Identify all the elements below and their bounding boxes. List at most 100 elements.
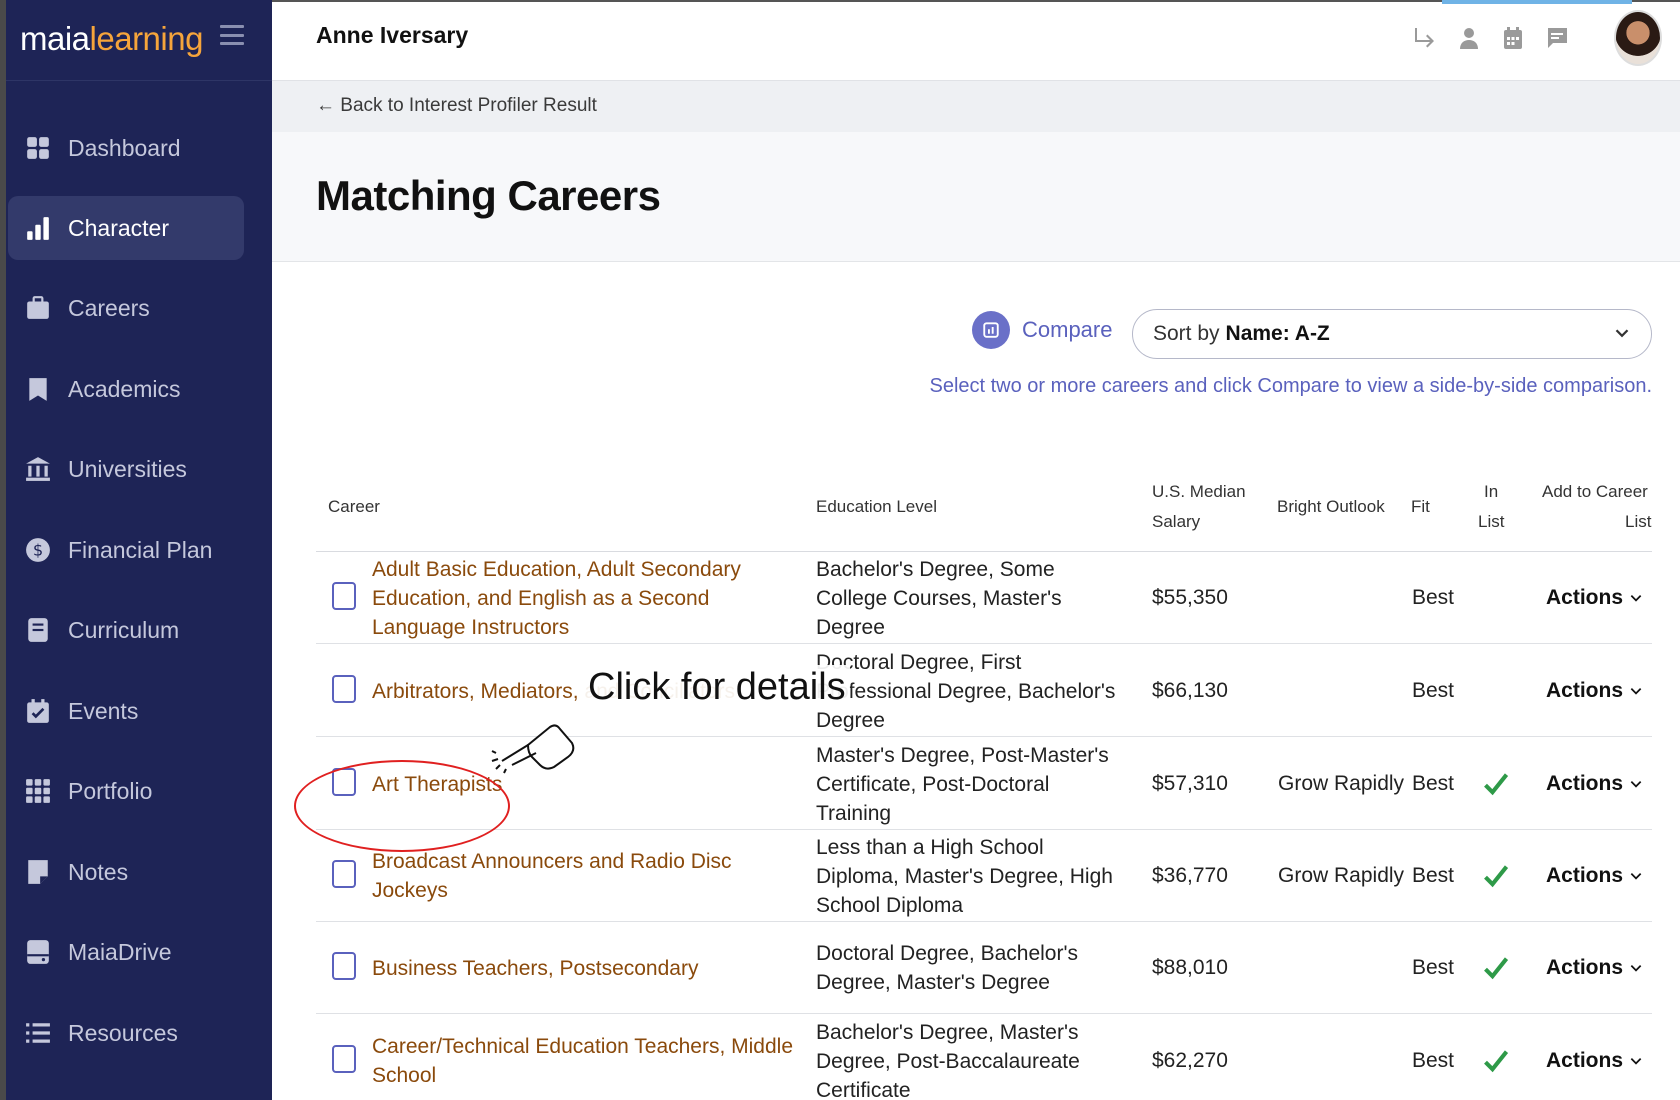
education-level: Doctoral Degree, First Professional Degr…	[816, 650, 1116, 732]
avatar[interactable]	[1614, 10, 1662, 66]
hamburger-menu-icon[interactable]	[220, 22, 244, 48]
table-row: Business Teachers, Postsecondary Doctora…	[316, 922, 1652, 1014]
header-career: Career	[328, 497, 380, 516]
chevron-down-icon	[1630, 965, 1642, 972]
actions-dropdown[interactable]: Actions	[1546, 552, 1643, 644]
sidebar-item-label: Financial Plan	[68, 536, 213, 563]
sidebar-item-label: Events	[68, 697, 139, 724]
education-level: Bachelor's Degree, Some College Courses,…	[816, 557, 1062, 639]
sidebar: maia learning Dashboard Character Careers…	[0, 0, 272, 1100]
app-logo[interactable]: maia learning	[20, 14, 203, 64]
grid-icon	[8, 778, 68, 804]
sidebar-item-character[interactable]: Character	[8, 196, 244, 260]
back-link[interactable]: ← Back to Interest Profiler Result	[316, 95, 597, 117]
actions-label: Actions	[1546, 864, 1624, 887]
sidebar-item-label: Character	[68, 214, 169, 241]
university-icon	[8, 456, 68, 482]
logo-text-learning: learning	[89, 20, 204, 57]
row-checkbox[interactable]	[332, 582, 356, 610]
sidebar-item-label: Careers	[68, 294, 150, 321]
header-education: Education Level	[816, 497, 937, 516]
list-icon	[8, 1020, 68, 1046]
top-accent-bar	[1442, 0, 1632, 4]
median-salary: $57,310	[1152, 772, 1228, 795]
in-list-check-icon	[1476, 738, 1516, 830]
sidebar-item-universities[interactable]: Universities	[8, 437, 244, 501]
bright-outlook: Grow Rapidly	[1278, 864, 1405, 887]
sidebar-item-academics[interactable]: Academics	[8, 357, 244, 421]
actions-label: Actions	[1546, 1049, 1624, 1072]
row-checkbox[interactable]	[332, 860, 356, 888]
redirect-icon[interactable]	[1412, 24, 1438, 52]
message-icon[interactable]	[1544, 24, 1570, 52]
actions-label: Actions	[1546, 679, 1624, 702]
actions-dropdown[interactable]: Actions	[1546, 922, 1643, 1014]
in-list-check-icon	[1476, 922, 1516, 1014]
sidebar-item-dashboard[interactable]: Dashboard	[8, 116, 244, 180]
book-icon	[8, 617, 68, 643]
in-list-check-icon	[1476, 830, 1516, 922]
actions-dropdown[interactable]: Actions	[1546, 645, 1643, 737]
calendar-check-icon	[8, 698, 68, 724]
page-header: Matching Careers	[272, 132, 1680, 262]
sidebar-item-careers[interactable]: Careers	[8, 276, 244, 340]
sidebar-item-curriculum[interactable]: Curriculum	[8, 598, 244, 662]
sidebar-item-maiadrive[interactable]: MaiaDrive	[8, 920, 244, 984]
sort-dropdown[interactable]: Sort by Name: A-Z	[1132, 309, 1652, 359]
tutorial-callout: Click for details	[584, 665, 850, 709]
actions-label: Actions	[1546, 772, 1624, 795]
median-salary: $66,130	[1152, 679, 1228, 702]
sidebar-item-resources[interactable]: Resources	[8, 1001, 244, 1065]
sidebar-item-label: Curriculum	[68, 616, 180, 643]
highlight-ellipse	[294, 760, 510, 852]
bright-outlook: Grow Rapidly	[1278, 772, 1405, 795]
fit-value: Best	[1412, 864, 1455, 887]
sidebar-item-label: Academics	[68, 375, 181, 402]
calendar-icon[interactable]	[1500, 24, 1526, 52]
fit-value: Best	[1412, 956, 1455, 979]
table-row: Broadcast Announcers and Radio Disc Jock…	[316, 830, 1652, 922]
education-level: Doctoral Degree, Bachelor's Degree, Mast…	[816, 942, 1078, 994]
header-inlist-line1: In	[1484, 482, 1499, 501]
top-icon-group	[1412, 24, 1570, 52]
row-checkbox[interactable]	[332, 675, 356, 703]
fit-value: Best	[1412, 772, 1455, 795]
actions-label: Actions	[1546, 956, 1624, 979]
header-inlist-line2: List	[1478, 512, 1505, 531]
actions-dropdown[interactable]: Actions	[1546, 738, 1643, 830]
row-checkbox[interactable]	[332, 1045, 356, 1073]
sidebar-item-portfolio[interactable]: Portfolio	[8, 759, 244, 823]
compare-icon	[972, 311, 1010, 349]
actions-label: Actions	[1546, 586, 1624, 609]
breadcrumb-bar: ← Back to Interest Profiler Result	[272, 80, 1680, 132]
career-link[interactable]: Business Teachers, Postsecondary	[372, 922, 802, 1014]
career-link[interactable]: Adult Basic Education, Adult Secondary E…	[372, 552, 802, 644]
fit-value: Best	[1412, 1049, 1455, 1072]
table-row: Adult Basic Education, Adult Secondary E…	[316, 552, 1652, 644]
user-name: Anne Iversary	[316, 22, 469, 48]
compare-hint: Select two or more careers and click Com…	[929, 375, 1652, 397]
person-icon[interactable]	[1456, 24, 1482, 52]
sidebar-item-events[interactable]: Events	[8, 679, 244, 743]
actions-dropdown[interactable]: Actions	[1546, 830, 1643, 922]
actions-dropdown[interactable]: Actions	[1546, 1015, 1643, 1100]
education-level: Master's Degree, Post-Master's Certifica…	[816, 743, 1109, 825]
sidebar-item-label: Dashboard	[68, 134, 181, 161]
sidebar-item-label: Portfolio	[68, 777, 153, 804]
svg-text:$: $	[33, 540, 43, 559]
fit-value: Best	[1412, 586, 1455, 609]
sidebar-item-financial-plan[interactable]: $ Financial Plan	[8, 518, 244, 582]
sidebar-divider	[6, 80, 272, 81]
chevron-down-icon	[1611, 322, 1633, 344]
header-outlook: Bright Outlook	[1277, 497, 1385, 516]
career-link[interactable]: Career/Technical Education Teachers, Mid…	[372, 1015, 802, 1100]
logo-text-maia: maia	[20, 20, 90, 57]
row-checkbox[interactable]	[332, 952, 356, 980]
compare-label: Compare	[1022, 317, 1113, 342]
top-bar: Anne Iversary	[272, 0, 1680, 80]
sidebar-item-notes[interactable]: Notes	[8, 840, 244, 904]
sort-value: Name: A-Z	[1225, 322, 1330, 345]
dollar-icon: $	[8, 537, 68, 563]
compare-button[interactable]: Compare	[972, 311, 1112, 349]
chevron-down-icon	[1630, 688, 1642, 695]
